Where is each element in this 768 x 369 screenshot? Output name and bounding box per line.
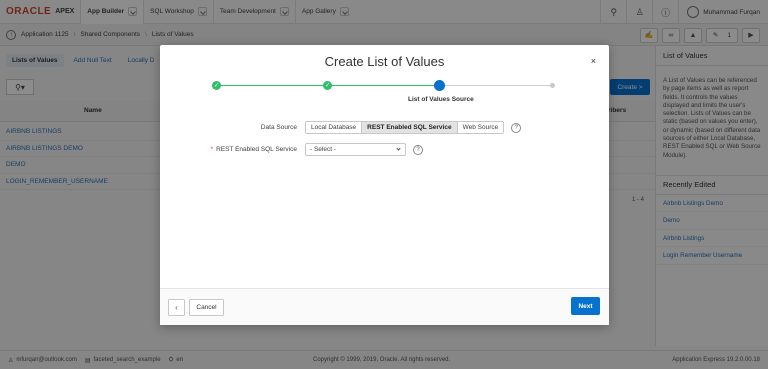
wizard-current-label: List of Values Source <box>408 96 474 103</box>
dialog-title: Create List of Values <box>324 54 445 69</box>
option-rest-enabled-sql[interactable]: REST Enabled SQL Service <box>362 122 458 133</box>
rest-service-row: * REST Enabled SQL Service - Select - ? <box>208 143 423 156</box>
option-local-database[interactable]: Local Database <box>306 122 363 133</box>
cancel-button[interactable]: Cancel <box>189 299 224 316</box>
required-icon: * <box>210 146 214 153</box>
wizard-step-pending <box>550 83 555 88</box>
create-lov-dialog: Create List of Values × ✓ ✓ List of Valu… <box>160 45 609 325</box>
help-icon[interactable]: ? <box>511 122 522 133</box>
rest-service-label: * REST Enabled SQL Service <box>208 146 297 153</box>
wizard-line <box>327 85 436 86</box>
wizard-step-done: ✓ <box>323 81 332 90</box>
rest-service-select[interactable]: - Select - <box>305 143 406 156</box>
wizard-step-done: ✓ <box>212 81 221 90</box>
wizard-step-current <box>434 80 445 91</box>
wizard-line <box>438 85 553 86</box>
select-value: - Select - <box>310 146 337 153</box>
data-source-label: Data Source <box>260 124 297 131</box>
help-icon[interactable]: ? <box>413 144 423 155</box>
wizard-progress: ✓ ✓ List of Values Source <box>212 80 556 111</box>
rest-service-label-text: REST Enabled SQL Service <box>216 146 297 153</box>
close-icon[interactable]: × <box>591 56 596 66</box>
data-source-radio-group: Local Database REST Enabled SQL Service … <box>305 121 505 134</box>
next-button[interactable]: Next <box>571 297 600 315</box>
data-source-row: Data Source Local Database REST Enabled … <box>252 121 522 134</box>
chevron-down-icon <box>396 146 401 151</box>
back-button[interactable]: ‹ <box>168 299 185 316</box>
wizard-line <box>217 85 327 86</box>
option-web-source[interactable]: Web Source <box>457 122 504 133</box>
dialog-footer: ‹ Cancel Next <box>160 288 609 325</box>
chevron-left-icon: ‹ <box>175 303 178 312</box>
